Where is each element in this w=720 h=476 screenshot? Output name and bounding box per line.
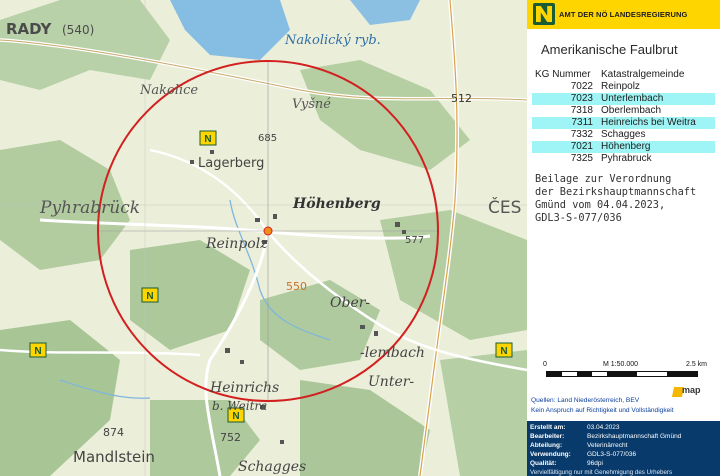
- label-pyhrabruck: Pyhrabrück: [39, 198, 140, 218]
- label-b-weitra: b. Weitra: [212, 399, 267, 413]
- label-elev-550: 550: [286, 280, 307, 293]
- agency-name: AMT DER NÖ LANDESREGIERUNG: [559, 10, 688, 19]
- info-row: Qualität: 96dpi: [530, 460, 603, 467]
- label-elev-577: 577: [405, 235, 424, 246]
- table-row: 7021 Höhenberg: [532, 141, 715, 153]
- beilage-text: Beilage zur Verordnung der Bezirkshauptma…: [535, 173, 696, 225]
- table-row: 7332 Schagges: [532, 129, 715, 141]
- header-kg-number: KG Nummer: [535, 68, 591, 80]
- topographic-map: N N N N N RADY (540) Nakolický ryb. Nako…: [0, 0, 527, 476]
- label-route-540: (540): [62, 23, 94, 37]
- imap-logo: map: [671, 383, 701, 398]
- noe-logo: [533, 3, 555, 25]
- kg-name: Pyhrabruck: [601, 153, 652, 164]
- label-route-512: 512: [451, 92, 472, 105]
- table-row: 7311 Heinreichs bei Weitra: [532, 117, 715, 129]
- sources-text: Quellen: Land Niederösterreich, BEV Kein…: [531, 396, 674, 416]
- kg-table: KG Nummer Katastralgemeinde 7022 Reinpol…: [532, 67, 715, 165]
- info-box: Erstellt am: 03.04.2023 Bearbeiter: Bezirk…: [527, 421, 720, 476]
- scale-zero: 0: [543, 361, 547, 368]
- label-mandlstein: Mandlstein: [73, 448, 155, 466]
- beilage-line: Gmünd vom 04.04.2023,: [535, 199, 666, 211]
- disclaimer-line: Kein Anspruch auf Richtigkeit und Vollst…: [531, 407, 674, 414]
- label-ces: ČES: [488, 196, 521, 218]
- kg-number: 7318: [570, 105, 593, 116]
- table-row: 7022 Reinpolz: [532, 81, 715, 93]
- label-ober: Ober-: [330, 295, 370, 311]
- table-row: 7318 Oberlembach: [532, 105, 715, 117]
- beilage-line: Beilage zur Verordnung: [535, 173, 672, 185]
- label-reinpolz: Reinpolz: [205, 236, 268, 252]
- label-elev-874: 874: [103, 426, 124, 439]
- label-heinrichs: Heinrichs: [209, 380, 279, 396]
- kg-name: Höhenberg: [598, 141, 715, 153]
- scale-ratio: M 1:50.000: [603, 361, 639, 368]
- svg-text:N: N: [34, 346, 41, 357]
- kg-number: 7332: [570, 129, 593, 140]
- kg-name: Unterlembach: [598, 93, 715, 105]
- label-nakolicky: Nakolický ryb.: [284, 33, 381, 48]
- table-header-row: KG Nummer Katastralgemeinde: [532, 67, 715, 81]
- label-vysne: Vyšné: [292, 97, 331, 112]
- map-view[interactable]: N N N N N RADY (540) Nakolický ryb. Nako…: [0, 0, 527, 476]
- info-row: Verwendung: GDL3-S-077/036: [530, 451, 637, 458]
- info-row: Erstellt am: 03.04.2023: [530, 424, 620, 431]
- table-row: 7325 Pyhrabruck: [532, 153, 715, 165]
- scale-max: 2.5 km: [686, 361, 708, 368]
- svg-text:N: N: [500, 346, 507, 357]
- kg-name: Heinreichs bei Weitra: [598, 117, 715, 129]
- label-rady: RADY: [6, 20, 53, 38]
- kg-name: Oberlembach: [601, 105, 662, 116]
- kg-number: 7022: [570, 81, 593, 92]
- label-elev-752: 752: [220, 431, 241, 444]
- info-row: Bearbeiter: Bezirkshauptmannschaft Gmünd: [530, 433, 682, 440]
- kg-number: 7311: [532, 117, 598, 129]
- header-band: AMT DER NÖ LANDESREGIERUNG: [527, 0, 720, 29]
- beilage-line: der Bezirkshauptmannschaft: [535, 186, 697, 198]
- svg-text:N: N: [204, 134, 211, 145]
- label-elev-685: 685: [258, 133, 277, 144]
- sources-line: Quellen: Land Niederösterreich, BEV: [531, 397, 640, 404]
- copyright-footer: Vervielfältigung nur mit Genehmigung des…: [530, 469, 673, 476]
- kg-name: Schagges: [601, 129, 646, 140]
- kg-number: 7325: [570, 153, 593, 164]
- kg-number: 7023: [532, 93, 598, 105]
- label-lagerberg: Lagerberg: [198, 156, 264, 171]
- label-lembach: -lembach: [360, 345, 425, 361]
- label-schagges: Schagges: [238, 459, 306, 475]
- scale-bar-graphic: [546, 371, 698, 377]
- beilage-line: GDL3-S-077/036: [535, 212, 622, 224]
- header-katastralgemeinde: Katastralgemeinde: [601, 68, 685, 80]
- label-unter: Unter-: [368, 374, 414, 390]
- label-nakolice: Nakolice: [139, 83, 198, 98]
- table-row: 7023 Unterlembach: [532, 93, 715, 105]
- map-title: Amerikanische Faulbrut: [541, 42, 678, 57]
- kg-number: 7021: [532, 141, 598, 153]
- scale-bar: 0 M 1:50.000 2.5 km map: [533, 361, 715, 397]
- info-row: Abteilung: Veterinärrecht: [530, 442, 628, 449]
- svg-text:N: N: [146, 291, 153, 302]
- legend-panel: AMT DER NÖ LANDESREGIERUNG Amerikanische…: [527, 0, 720, 476]
- center-point-marker: [263, 226, 273, 236]
- kg-name: Reinpolz: [601, 81, 640, 92]
- label-hohenberg: Höhenberg: [292, 196, 381, 212]
